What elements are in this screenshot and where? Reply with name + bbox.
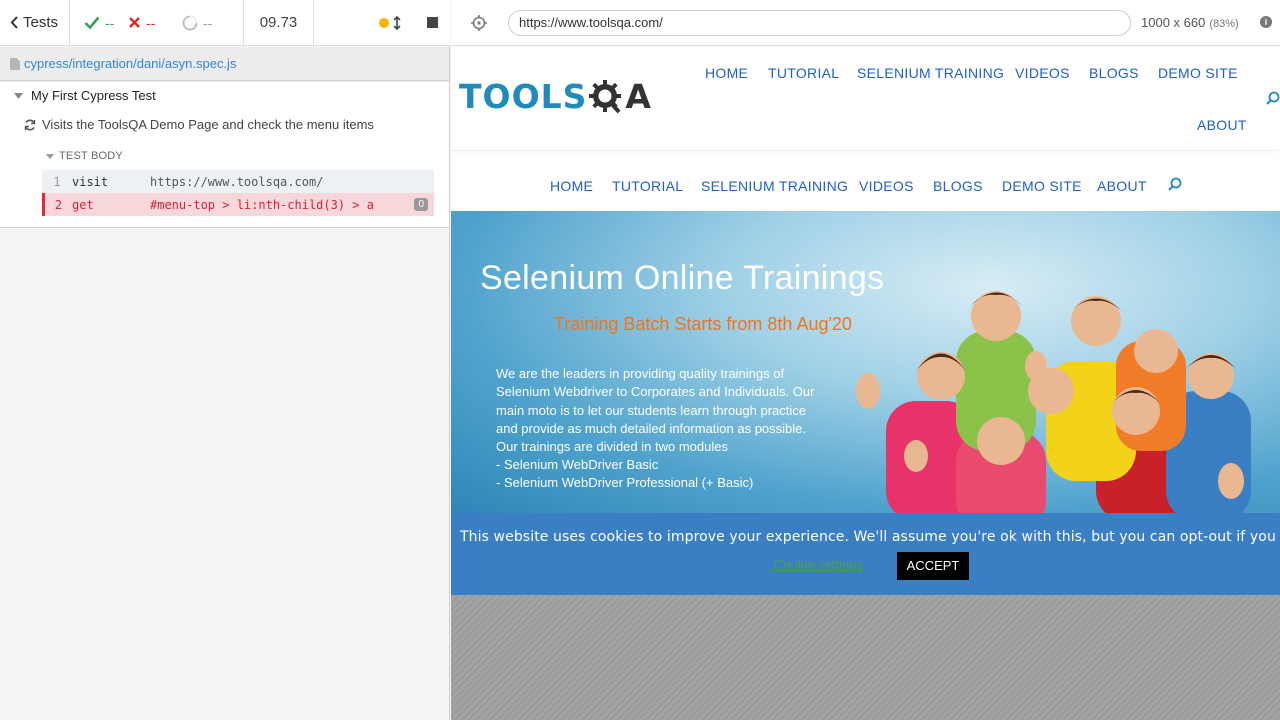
header-divider: [451, 150, 1280, 151]
cookie-settings-link[interactable]: Cookie settings: [774, 557, 863, 572]
failed-value: --: [146, 14, 156, 31]
aut-header: https://www.toolsqa.com/ 1000 x 660 (83%)…: [451, 0, 1280, 46]
passed-value: --: [105, 14, 115, 31]
caret-down-icon: [46, 153, 54, 159]
command-row-failed[interactable]: 2 get #menu-top > li:nth-child(3) > a 0: [42, 193, 434, 216]
nav-videos[interactable]: VIDEOS: [859, 178, 914, 194]
cookie-message: This website uses cookies to improve you…: [460, 529, 1280, 545]
selector-playground-icon[interactable]: [471, 15, 487, 31]
suite-title-text: My First Cypress Test: [31, 88, 156, 103]
passed-count[interactable]: --: [70, 0, 126, 46]
command-name: visit: [72, 174, 109, 189]
hero-title: Selenium Online Trainings: [480, 259, 885, 297]
pending-count[interactable]: --: [182, 0, 244, 46]
test-title-text: Visits the ToolsQA Demo Page and check t…: [42, 117, 374, 132]
command-message: https://www.toolsqa.com/: [150, 174, 324, 189]
hero-paragraph: We are the leaders in providing quality …: [496, 366, 815, 455]
caret-down-icon: [14, 92, 23, 99]
hero-list-item: - Selenium WebDriver Basic: [496, 457, 659, 472]
topnav-blogs[interactable]: BLOGS: [1089, 65, 1139, 81]
reporter-panel: Tests -- -- -- 09.73 cypress/integration…: [0, 0, 450, 720]
tests-back-button[interactable]: Tests: [0, 0, 70, 46]
topnav-selenium-training[interactable]: SELENIUM TRAINING: [857, 65, 1004, 81]
suite-title[interactable]: My First Cypress Test: [14, 88, 156, 103]
reporter-stats-bar: Tests -- -- -- 09.73: [0, 0, 450, 46]
run-controls: [314, 0, 450, 46]
failed-count[interactable]: --: [126, 0, 182, 46]
topnav-demo-site[interactable]: DEMO SITE: [1158, 65, 1238, 81]
runnable-list: My First Cypress Test Visits the ToolsQA…: [0, 82, 449, 228]
accept-cookies-button[interactable]: ACCEPT: [897, 552, 969, 580]
topnav-tutorial[interactable]: TUTORIAL: [768, 65, 839, 81]
command-name: get: [72, 197, 94, 212]
topnav-videos[interactable]: VIDEOS: [1015, 65, 1070, 81]
hero-subtitle: Training Batch Starts from 8th Aug'20: [554, 314, 852, 334]
logo-text-a: A: [625, 77, 652, 116]
topnav-about[interactable]: ABOUT: [1197, 117, 1247, 133]
command-message: #menu-top > li:nth-child(3) > a: [150, 197, 374, 212]
viewport-dimensions: 1000 x 660: [1141, 15, 1206, 30]
chevron-left-icon: [10, 16, 18, 29]
nav-about[interactable]: ABOUT: [1097, 178, 1147, 194]
gear-logo-icon: [589, 79, 622, 113]
autoscroll-toggle[interactable]: [379, 15, 401, 30]
spinner-icon: [182, 14, 198, 30]
refresh-icon: [24, 119, 36, 130]
topnav-home[interactable]: HOME: [705, 65, 748, 81]
info-icon[interactable]: i: [1260, 16, 1272, 28]
nav-blogs[interactable]: BLOGS: [933, 178, 983, 194]
aut-empty-area: [451, 595, 1280, 720]
hero-banner: Selenium Online Trainings Training Batch…: [451, 211, 1280, 513]
running-indicator-icon: [379, 17, 389, 28]
students-group-image: [856, 291, 1251, 513]
command-number: 1: [53, 174, 61, 189]
url-bar[interactable]: https://www.toolsqa.com/: [508, 10, 1131, 36]
hero-list-item: - Selenium WebDriver Professional (+ Bas…: [496, 475, 754, 491]
nav-demo-site[interactable]: DEMO SITE: [1002, 178, 1082, 194]
pending-value: --: [203, 14, 213, 31]
search-icon[interactable]: [1168, 177, 1182, 191]
toolsqa-logo[interactable]: TOOLS A: [459, 77, 652, 116]
test-body-label: TEST BODY: [59, 150, 123, 162]
element-count-badge: 0: [414, 198, 428, 211]
file-icon: [10, 57, 20, 70]
x-icon: [129, 17, 140, 28]
nav-home[interactable]: HOME: [550, 178, 593, 194]
test-body-toggle[interactable]: TEST BODY: [46, 150, 123, 162]
tests-label: Tests: [23, 14, 59, 31]
spec-file-path[interactable]: cypress/integration/dani/asyn.spec.js: [24, 56, 236, 71]
check-icon: [84, 16, 100, 29]
stop-icon[interactable]: [427, 17, 438, 28]
hero-module-list: - Selenium WebDriver Basic - Selenium We…: [496, 456, 753, 493]
spec-file-bar: cypress/integration/dani/asyn.spec.js: [0, 47, 449, 81]
app-under-test-frame: TOOLS A HOME TUTORIAL SELENIUM TRAINING …: [451, 47, 1280, 595]
nav-tutorial[interactable]: TUTORIAL: [612, 178, 683, 194]
test-title[interactable]: Visits the ToolsQA Demo Page and check t…: [24, 117, 374, 132]
nav-selenium-training[interactable]: SELENIUM TRAINING: [701, 178, 848, 194]
command-number: 2: [54, 197, 63, 212]
viewport-size: 1000 x 660 (83%): [1141, 15, 1239, 30]
cookie-consent-banner: This website uses cookies to improve you…: [451, 513, 1280, 595]
command-row[interactable]: 1 visit https://www.toolsqa.com/: [42, 170, 434, 193]
viewport-scale: (83%): [1209, 18, 1239, 30]
search-icon[interactable]: [1266, 91, 1280, 105]
arrows-vertical-icon: [393, 15, 401, 30]
logo-text-tools: TOOLS: [459, 77, 588, 116]
run-duration: 09.73: [244, 0, 314, 46]
